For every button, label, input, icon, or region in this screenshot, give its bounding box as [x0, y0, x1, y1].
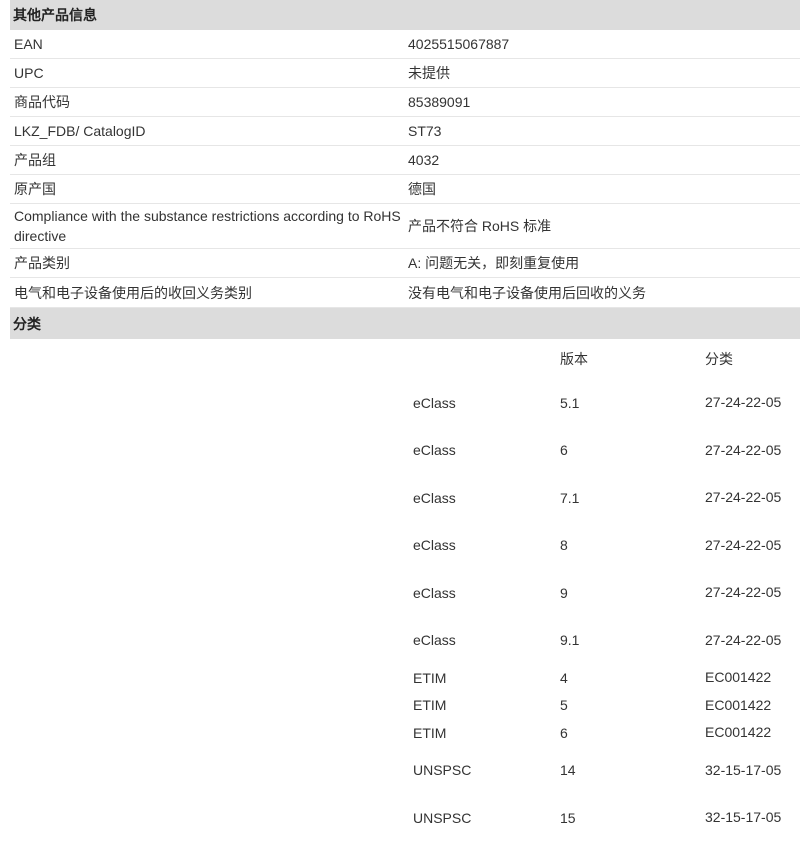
class-version: 9.1	[560, 632, 580, 649]
info-label: Compliance with the substance restrictio…	[14, 208, 401, 244]
table-row: eClass 8 27-24-22-05	[10, 522, 800, 570]
info-value: ST73	[408, 123, 442, 139]
table-row: eClass 9 27-24-22-05	[10, 569, 800, 617]
class-system: ETIM	[413, 697, 447, 714]
class-system: eClass	[413, 632, 456, 649]
class-system: UNSPSC	[413, 762, 472, 779]
class-code: 27-24-22-05	[705, 631, 782, 648]
class-code: 27-24-22-05	[705, 536, 782, 553]
table-row: eClass 9.1 27-24-22-05	[10, 617, 800, 665]
class-version: 14	[560, 762, 576, 779]
info-row-country-of-origin: 原产国 德国	[10, 175, 800, 204]
info-label: EAN	[14, 36, 43, 52]
class-system: ETIM	[413, 724, 447, 741]
class-system: eClass	[413, 584, 456, 601]
info-label: 原产国	[14, 181, 56, 197]
class-code: EC001422	[705, 724, 772, 741]
info-label: 产品类别	[14, 255, 70, 271]
info-row-weee-category: 电气和电子设备使用后的收回义务类别 没有电气和电子设备使用后回收的义务	[10, 278, 800, 308]
info-row-product-category: 产品类别 A: 问题无关，即刻重复使用	[10, 249, 800, 278]
class-system: eClass	[413, 442, 456, 459]
class-version: 5	[560, 697, 568, 714]
class-system: eClass	[413, 489, 456, 506]
info-value: 4025515067887	[408, 36, 510, 52]
class-version: 6	[560, 442, 568, 459]
class-system: eClass	[413, 537, 456, 554]
column-header-version: 版本	[560, 351, 588, 367]
info-value: A: 问题无关，即刻重复使用	[408, 255, 580, 271]
info-value: 产品不符合 RoHS 标准	[408, 218, 552, 234]
class-version: 8	[560, 537, 568, 554]
info-row-rohs: Compliance with the substance restrictio…	[10, 204, 800, 249]
class-code: EC001422	[705, 696, 772, 713]
info-label: LKZ_FDB/ CatalogID	[14, 123, 146, 139]
class-version: 4	[560, 669, 568, 686]
info-label: 商品代码	[14, 94, 70, 110]
product-info-panel: 其他产品信息 EAN 4025515067887 UPC 未提供 商品代码 85…	[10, 0, 800, 842]
table-row: ETIM 4 EC001422	[10, 664, 800, 692]
info-value: 85389091	[408, 94, 471, 110]
section-title: 其他产品信息	[13, 7, 97, 23]
class-code: 27-24-22-05	[705, 394, 782, 411]
info-row-catalog-id: LKZ_FDB/ CatalogID ST73	[10, 117, 800, 146]
info-label: 电气和电子设备使用后的收回义务类别	[14, 284, 252, 301]
classification-header-row: 版本 分类	[10, 339, 800, 379]
section-title: 分类	[13, 315, 41, 332]
class-code: 32-15-17-05	[705, 809, 782, 826]
class-code: 32-15-17-05	[705, 761, 782, 778]
info-row-upc: UPC 未提供	[10, 59, 800, 88]
table-row: ETIM 6 EC001422	[10, 719, 800, 747]
info-value: 未提供	[408, 65, 450, 81]
class-code: 27-24-22-05	[705, 584, 782, 601]
classification-table: 版本 分类 eClass 5.1 27-24-22-05 eClass 6 27…	[10, 339, 800, 842]
class-version: 15	[560, 809, 576, 826]
class-version: 9	[560, 584, 568, 601]
class-code: 27-24-22-05	[705, 441, 782, 458]
class-version: 6	[560, 724, 568, 741]
table-row: eClass 6 27-24-22-05	[10, 427, 800, 475]
info-value: 没有电气和电子设备使用后回收的义务	[408, 284, 646, 301]
info-label: UPC	[14, 65, 44, 81]
class-code: EC001422	[705, 669, 772, 686]
class-system: eClass	[413, 394, 456, 411]
class-version: 5.1	[560, 394, 580, 411]
class-system: UNSPSC	[413, 809, 472, 826]
info-row-ean: EAN 4025515067887	[10, 30, 800, 59]
section-header-classification: 分类	[10, 308, 800, 339]
table-row: eClass 7.1 27-24-22-05	[10, 474, 800, 522]
class-version: 7.1	[560, 489, 580, 506]
info-value: 4032	[408, 152, 440, 168]
section-header-other-info: 其他产品信息	[10, 0, 800, 30]
column-header-class: 分类	[705, 350, 733, 367]
info-row-product-group: 产品组 4032	[10, 146, 800, 175]
table-row: eClass 5.1 27-24-22-05	[10, 379, 800, 427]
table-row: ETIM 5 EC001422	[10, 692, 800, 720]
class-system: ETIM	[413, 669, 447, 686]
info-label: 产品组	[14, 152, 56, 168]
table-row: UNSPSC 14 32-15-17-05	[10, 747, 800, 795]
class-code: 27-24-22-05	[705, 489, 782, 506]
info-row-commodity-code: 商品代码 85389091	[10, 88, 800, 117]
info-value: 德国	[408, 181, 436, 197]
table-row: UNSPSC 15 32-15-17-05	[10, 794, 800, 842]
